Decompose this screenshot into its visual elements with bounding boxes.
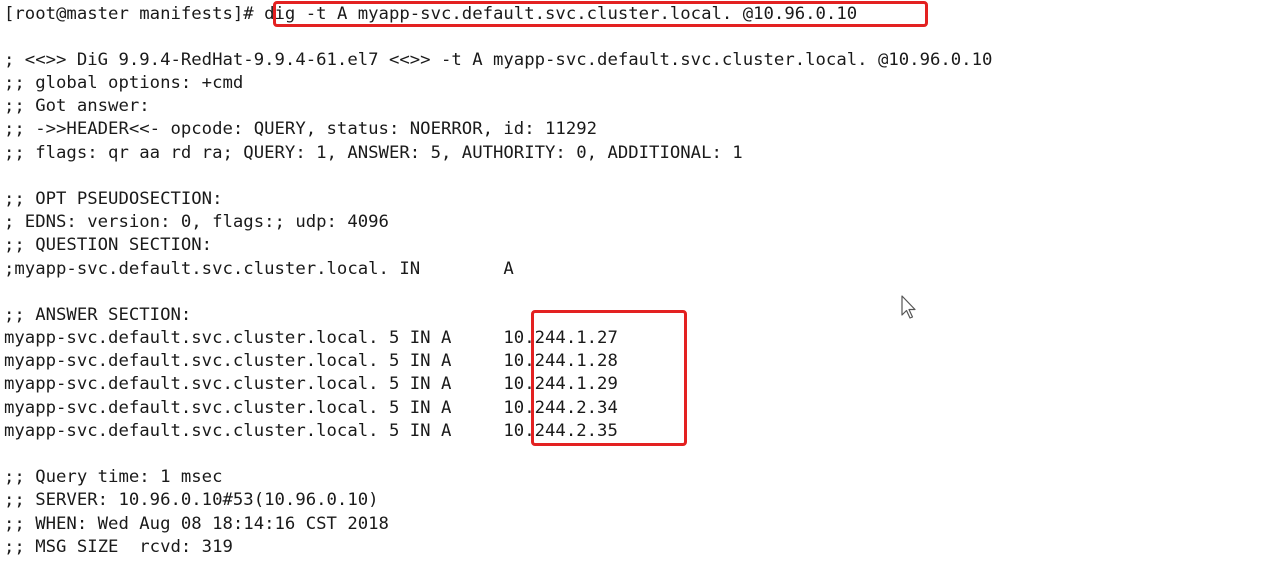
ip-addresses-highlight-box (531, 310, 687, 446)
command-highlight-box (273, 1, 928, 27)
output-line-opt-section: ;; OPT PSEUDOSECTION: (4, 189, 223, 209)
output-line-when: ;; WHEN: Wed Aug 08 18:14:16 CST 2018 (4, 514, 389, 534)
output-line-question: ;myapp-svc.default.svc.cluster.local. IN… (4, 259, 514, 279)
output-line-flags: ;; flags: qr aa rd ra; QUERY: 1, ANSWER:… (4, 143, 743, 163)
answer-record: myapp-svc.default.svc.cluster.local. 5 I… (4, 374, 618, 394)
output-line-query-time: ;; Query time: 1 msec (4, 467, 223, 487)
output-line-msg-size: ;; MSG SIZE rcvd: 319 (4, 537, 233, 557)
answer-record: myapp-svc.default.svc.cluster.local. 5 I… (4, 351, 618, 371)
output-line-dig-banner: ; <<>> DiG 9.9.4-RedHat-9.9.4-61.el7 <<>… (4, 50, 993, 70)
answer-record: myapp-svc.default.svc.cluster.local. 5 I… (4, 421, 618, 441)
output-line-got-answer: ;; Got answer: (4, 96, 150, 116)
output-line-header: ;; ->>HEADER<<- opcode: QUERY, status: N… (4, 119, 598, 139)
output-line-question-hdr: ;; QUESTION SECTION: (4, 235, 213, 255)
mouse-pointer-icon (901, 295, 916, 319)
output-line-server: ;; SERVER: 10.96.0.10#53(10.96.0.10) (4, 490, 379, 510)
shell-prompt: [root@master manifests]# (4, 4, 265, 24)
output-line-global-opts: ;; global options: +cmd (4, 73, 244, 93)
output-line-answer-hdr: ;; ANSWER SECTION: (4, 305, 192, 325)
answer-record: myapp-svc.default.svc.cluster.local. 5 I… (4, 328, 618, 348)
output-line-edns: ; EDNS: version: 0, flags:; udp: 4096 (4, 212, 389, 232)
terminal-window[interactable]: [root@master manifests]# dig -t A myapp-… (0, 0, 1276, 579)
answer-record: myapp-svc.default.svc.cluster.local. 5 I… (4, 398, 618, 418)
